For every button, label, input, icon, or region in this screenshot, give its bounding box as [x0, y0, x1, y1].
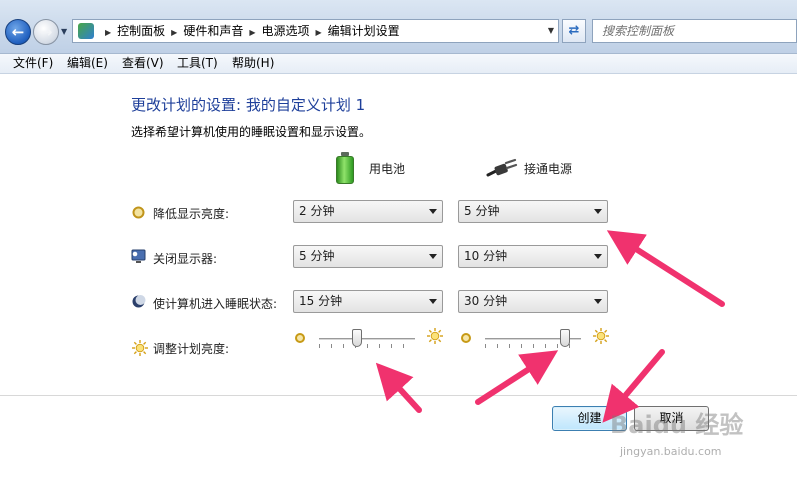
page-title: 更改计划的设置: 我的自定义计划 1	[131, 96, 366, 114]
power-plug-icon	[486, 158, 518, 177]
watermark-brand: Baidu 经验	[610, 411, 744, 439]
refresh-button[interactable]: ⇄	[562, 19, 586, 43]
column-header-battery: 用电池	[335, 152, 425, 186]
battery-icon	[335, 152, 355, 184]
slider-ticks	[319, 344, 415, 348]
dim-brightness-icon	[295, 333, 305, 343]
divider	[0, 395, 797, 396]
dim-brightness-icon	[131, 205, 146, 220]
back-arrow-icon: ←	[11, 23, 25, 41]
select-value: 5 分钟	[464, 204, 500, 218]
menu-edit[interactable]: 编辑(E)	[67, 54, 108, 73]
chevron-down-icon	[429, 254, 437, 259]
slider-thumb[interactable]	[559, 329, 570, 347]
breadcrumb-item-edit-plan[interactable]: 编辑计划设置	[328, 24, 400, 38]
address-dropdown-icon[interactable]: ▼	[548, 26, 554, 35]
select-value: 30 分钟	[464, 294, 508, 308]
monitor-off-icon	[131, 249, 146, 264]
chevron-down-icon	[594, 254, 602, 259]
menu-file[interactable]: 文件(F)	[13, 54, 53, 73]
select-value: 10 分钟	[464, 249, 508, 263]
row-label-dim-display: 降低显示亮度:	[153, 207, 230, 221]
chevron-down-icon	[594, 209, 602, 214]
breadcrumb-chevron-icon[interactable]: ▶	[105, 22, 111, 44]
turn-off-display-battery-select[interactable]: 5 分钟	[293, 245, 443, 268]
brightness-plugged-slider[interactable]	[461, 327, 611, 353]
chevron-down-icon	[429, 209, 437, 214]
breadcrumb-item-hardware-sound[interactable]: 硬件和声音	[183, 24, 243, 38]
address-toolbar: ← → ▼ ▶ 控制面板 ▶ 硬件和声音 ▶ 电源选项 ▶ 编辑计划设置 ▼ ⇄	[0, 0, 797, 54]
slider-track[interactable]	[319, 338, 415, 341]
menu-bar: 文件(F) 编辑(E) 查看(V) 工具(T) 帮助(H)	[0, 54, 797, 74]
forward-arrow-icon: →	[39, 23, 53, 41]
select-value: 15 分钟	[299, 294, 343, 308]
forward-button[interactable]: →	[33, 19, 59, 45]
turn-off-display-plugged-select[interactable]: 10 分钟	[458, 245, 608, 268]
dim-brightness-icon	[461, 333, 471, 343]
brightness-battery-slider[interactable]	[295, 327, 445, 353]
sleep-plugged-select[interactable]: 30 分钟	[458, 290, 608, 313]
search-box[interactable]	[592, 19, 797, 43]
column-label-plugged: 接通电源	[524, 162, 573, 176]
breadcrumb-item-control-panel[interactable]: 控制面板	[117, 24, 165, 38]
slider-thumb[interactable]	[352, 329, 363, 347]
search-input[interactable]	[593, 20, 796, 42]
history-dropdown-icon[interactable]: ▼	[61, 27, 71, 37]
breadcrumb-chevron-icon[interactable]: ▶	[249, 22, 255, 44]
chevron-down-icon	[594, 299, 602, 304]
breadcrumb-item-power-options[interactable]: 电源选项	[262, 24, 310, 38]
menu-help[interactable]: 帮助(H)	[232, 54, 274, 73]
row-label-sleep: 使计算机进入睡眠状态:	[153, 297, 278, 311]
menu-view[interactable]: 查看(V)	[122, 54, 164, 73]
breadcrumb: ▶ 控制面板 ▶ 硬件和声音 ▶ 电源选项 ▶ 编辑计划设置	[99, 20, 400, 42]
chevron-down-icon	[429, 299, 437, 304]
column-label-battery: 用电池	[369, 162, 406, 176]
breadcrumb-chevron-icon[interactable]: ▶	[316, 22, 322, 44]
select-value: 2 分钟	[299, 204, 335, 218]
row-label-turn-off-display: 关闭显示器:	[153, 252, 218, 266]
dim-display-plugged-select[interactable]: 5 分钟	[458, 200, 608, 223]
bright-sun-icon	[593, 328, 609, 344]
back-button[interactable]: ←	[5, 19, 31, 45]
select-value: 5 分钟	[299, 249, 335, 263]
sleep-battery-select[interactable]: 15 分钟	[293, 290, 443, 313]
watermark: Baidu 经验 jingyan.baidu.com	[602, 405, 797, 479]
dim-display-battery-select[interactable]: 2 分钟	[293, 200, 443, 223]
bright-sun-icon	[427, 328, 443, 344]
address-bar[interactable]: ▶ 控制面板 ▶ 硬件和声音 ▶ 电源选项 ▶ 编辑计划设置 ▼	[72, 19, 559, 43]
refresh-icon: ⇄	[568, 23, 580, 38]
watermark-url: jingyan.baidu.com	[620, 445, 722, 458]
breadcrumb-chevron-icon[interactable]: ▶	[171, 22, 177, 44]
control-panel-icon	[78, 23, 94, 39]
column-header-plugged: 接通电源	[486, 152, 596, 186]
page-subtitle: 选择希望计算机使用的睡眠设置和显示设置。	[131, 125, 372, 139]
sleep-moon-icon	[131, 294, 146, 309]
row-label-brightness: 调整计划亮度:	[153, 342, 230, 356]
brightness-sun-icon	[131, 339, 149, 357]
menu-tools[interactable]: 工具(T)	[177, 54, 218, 73]
